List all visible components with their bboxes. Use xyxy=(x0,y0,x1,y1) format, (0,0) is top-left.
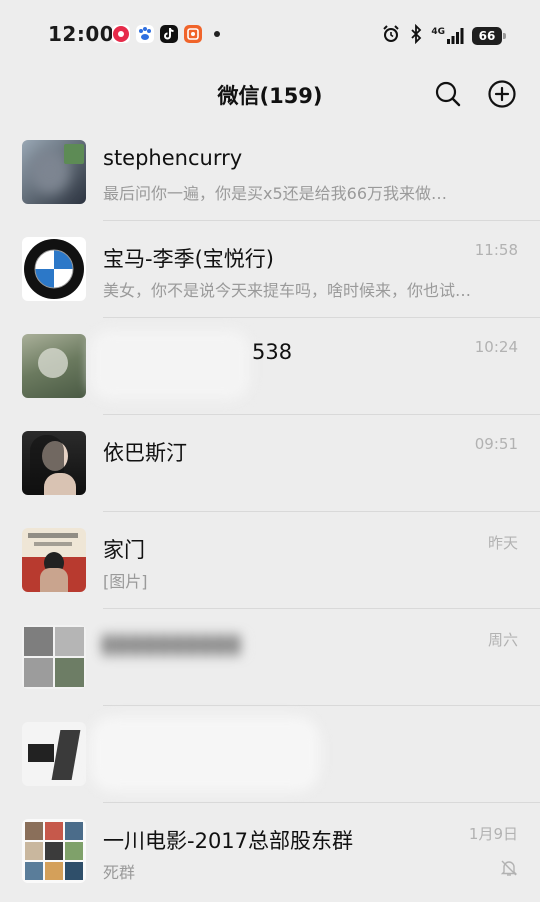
chat-name: 家门 xyxy=(103,538,145,562)
chat-time: 周六 xyxy=(487,631,518,649)
redacted-overlay xyxy=(90,330,250,400)
chat-list: stephencurry 最后问你一遍，你是买x5还是给我66万我来做… 宝马-… xyxy=(0,124,540,900)
status-indicators: 4G 66 xyxy=(381,23,506,48)
chat-item-yichuan-group[interactable]: 一川电影-2017总部股东群 死群 1月9日 xyxy=(0,803,540,900)
chat-preview: [图片] xyxy=(103,572,148,591)
add-button[interactable] xyxy=(484,76,520,112)
avatar xyxy=(22,819,86,883)
chat-item-redacted[interactable] xyxy=(0,706,540,803)
avatar xyxy=(22,237,86,301)
chat-preview: 死群 xyxy=(103,863,136,882)
mute-bell-icon xyxy=(500,859,518,881)
app-notification-icon xyxy=(112,25,130,43)
chat-item-yibasiting[interactable]: 依巴斯汀 09:51 xyxy=(0,415,540,512)
chat-time: 10:24 xyxy=(474,338,518,356)
status-bar: 12:00 4G 66 xyxy=(0,0,540,68)
search-button[interactable] xyxy=(430,76,466,112)
avatar xyxy=(22,528,86,592)
chat-preview: 美女，你不是说今天来提车吗，啥时候来，你也试… xyxy=(103,281,472,300)
chat-item-bmw[interactable]: 宝马-李季(宝悦行) 美女，你不是说今天来提车吗，啥时候来，你也试… 11:58 xyxy=(0,221,540,318)
avatar xyxy=(22,334,86,398)
alarm-icon xyxy=(381,24,401,48)
redacted-overlay xyxy=(90,716,320,792)
avatar xyxy=(22,625,86,689)
signal-icon: 4G xyxy=(431,27,464,45)
chat-item-redacted-538[interactable]: 538 10:24 xyxy=(0,318,540,415)
avatar xyxy=(22,431,86,495)
chat-item-redacted-group[interactable]: 周六 xyxy=(0,609,540,706)
chat-name: 依巴斯汀 xyxy=(103,441,187,465)
xiaohongshu-icon xyxy=(184,25,202,43)
redacted-name xyxy=(103,635,243,655)
app-header: 微信(159) xyxy=(0,68,540,124)
battery-indicator: 66 xyxy=(472,27,506,45)
status-time: 12:00 xyxy=(48,22,115,46)
chat-name: stephencurry xyxy=(103,146,243,170)
avatar xyxy=(22,722,86,786)
chat-item-jiamen[interactable]: 家门 [图片] 昨天 xyxy=(0,512,540,609)
chat-item-stephencurry[interactable]: stephencurry 最后问你一遍，你是买x5还是给我66万我来做… xyxy=(0,124,540,221)
notification-icons xyxy=(112,25,220,43)
chat-time: 11:58 xyxy=(474,241,518,259)
chat-time: 1月9日 xyxy=(468,825,518,843)
chat-preview: 最后问你一遍，你是买x5还是给我66万我来做… xyxy=(103,184,448,203)
chat-name: 宝马-李季(宝悦行) xyxy=(103,247,274,271)
plus-circle-icon xyxy=(488,80,516,108)
baidu-paw-icon xyxy=(136,25,154,43)
search-icon xyxy=(435,81,461,107)
chat-name: 一川电影-2017总部股东群 xyxy=(103,829,354,853)
tiktok-icon xyxy=(160,25,178,43)
chat-time: 09:51 xyxy=(474,435,518,453)
chat-time: 昨天 xyxy=(487,534,518,552)
bmw-logo-icon xyxy=(24,239,84,299)
more-notifications-dot xyxy=(214,31,220,37)
bluetooth-icon xyxy=(409,23,423,48)
network-type: 4G xyxy=(431,27,445,37)
avatar xyxy=(22,140,86,204)
chat-name: 538 xyxy=(252,340,293,364)
